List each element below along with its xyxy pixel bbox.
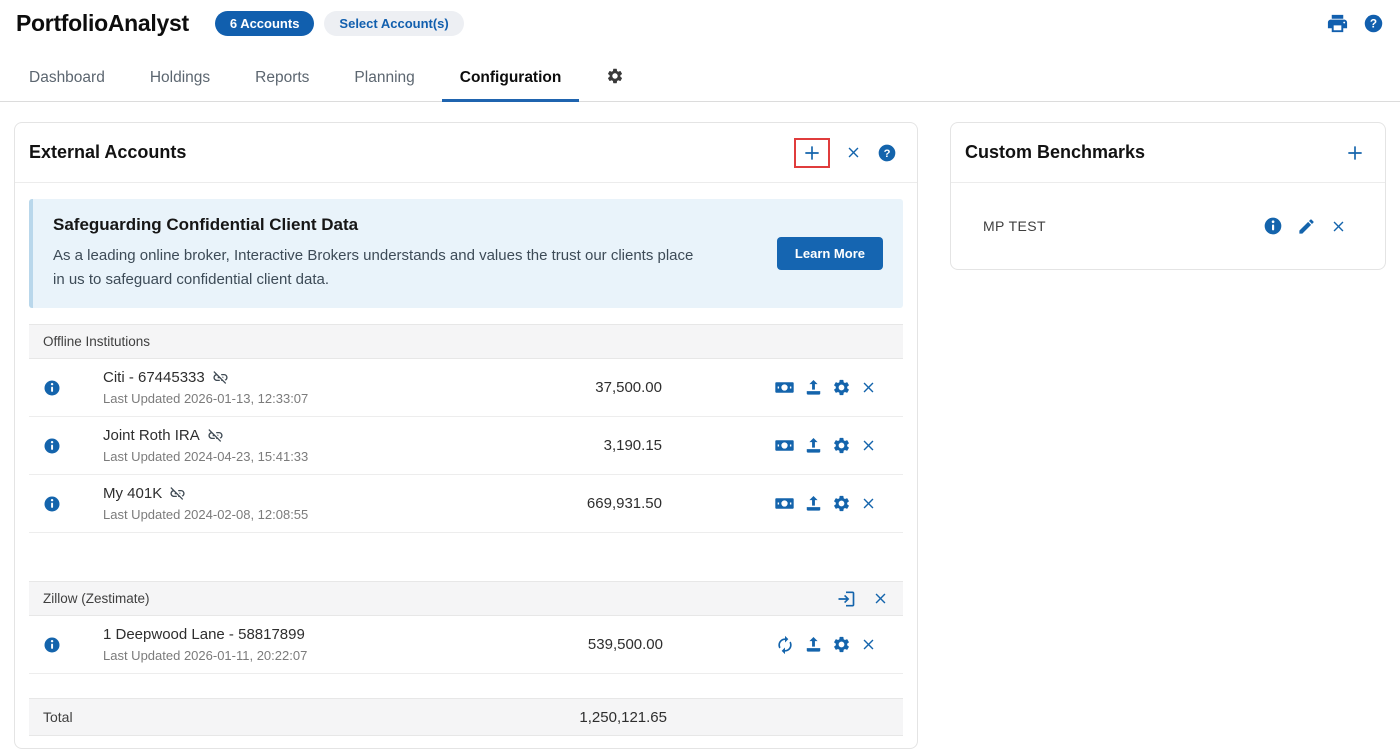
info-icon[interactable]	[43, 437, 61, 455]
learn-more-button[interactable]: Learn More	[777, 237, 883, 270]
section-label: Offline Institutions	[43, 334, 150, 349]
banner-title: Safeguarding Confidential Client Data	[53, 215, 709, 235]
edit-icon[interactable]	[1297, 217, 1316, 236]
cash-icon[interactable]	[774, 377, 795, 398]
account-last-updated: Last Updated 2026-01-13, 12:33:07	[103, 391, 308, 406]
custom-benchmarks-panel: Custom Benchmarks MP TEST	[950, 122, 1386, 270]
close-icon[interactable]	[860, 495, 877, 512]
add-account-icon[interactable]	[802, 143, 822, 163]
custom-benchmarks-title: Custom Benchmarks	[965, 142, 1145, 163]
top-bar: PortfolioAnalyst 6 Accounts Select Accou…	[0, 0, 1400, 37]
select-accounts-button[interactable]: Select Account(s)	[324, 11, 463, 36]
info-icon[interactable]	[43, 379, 61, 397]
account-last-updated: Last Updated 2024-04-23, 15:41:33	[103, 449, 308, 464]
benchmark-name: MP TEST	[983, 218, 1046, 234]
account-row-my-401k: My 401K Last Updated 2024-02-08, 12:08:5…	[29, 475, 903, 533]
tab-reports[interactable]: Reports	[253, 59, 311, 101]
printer-icon[interactable]	[1326, 12, 1349, 35]
main-nav: Dashboard Holdings Reports Planning Conf…	[0, 59, 1400, 102]
unlink-icon	[207, 427, 224, 444]
settings-icon[interactable]	[832, 635, 851, 654]
account-name: Citi - 67445333	[103, 369, 205, 386]
nav-settings-gear-icon[interactable]	[606, 67, 624, 85]
tab-dashboard[interactable]: Dashboard	[27, 59, 107, 101]
confidential-data-banner: Safeguarding Confidential Client Data As…	[29, 199, 903, 308]
settings-icon[interactable]	[832, 494, 851, 513]
external-accounts-title: External Accounts	[29, 142, 186, 163]
info-icon[interactable]	[1263, 216, 1283, 236]
account-value: 539,500.00	[588, 636, 663, 653]
total-row: Total 1,250,121.65	[29, 698, 903, 736]
account-value: 3,190.15	[604, 437, 662, 454]
total-value: 1,250,121.65	[579, 709, 667, 726]
total-label: Total	[43, 709, 73, 725]
account-value: 37,500.00	[595, 379, 662, 396]
accounts-count-badge: 6 Accounts	[215, 11, 315, 36]
account-name: Joint Roth IRA	[103, 427, 200, 444]
add-benchmark-icon[interactable]	[1345, 143, 1365, 163]
refresh-icon[interactable]	[775, 635, 795, 655]
tab-configuration[interactable]: Configuration	[458, 59, 564, 101]
upload-icon[interactable]	[804, 635, 823, 654]
close-icon[interactable]	[872, 590, 889, 607]
info-icon[interactable]	[43, 636, 61, 654]
unlink-icon	[212, 369, 229, 386]
close-icon[interactable]	[860, 379, 877, 396]
banner-body: As a leading online broker, Interactive …	[53, 244, 709, 292]
section-zillow: Zillow (Zestimate)	[29, 581, 903, 616]
benchmark-row-mp-test: MP TEST	[951, 183, 1385, 269]
upload-icon[interactable]	[804, 378, 823, 397]
unlink-icon	[169, 485, 186, 502]
app-title: PortfolioAnalyst	[16, 10, 189, 37]
account-name: My 401K	[103, 485, 162, 502]
settings-icon[interactable]	[832, 436, 851, 455]
help-icon[interactable]	[1363, 13, 1384, 34]
login-icon[interactable]	[836, 589, 856, 609]
section-help-icon[interactable]	[877, 143, 897, 163]
account-last-updated: Last Updated 2026-01-11, 20:22:07	[103, 648, 307, 663]
account-last-updated: Last Updated 2024-02-08, 12:08:55	[103, 507, 308, 522]
upload-icon[interactable]	[804, 494, 823, 513]
account-name: 1 Deepwood Lane - 58817899	[103, 626, 305, 643]
account-row-deepwood-lane: 1 Deepwood Lane - 58817899 Last Updated …	[29, 616, 903, 674]
close-icon[interactable]	[860, 437, 877, 454]
tab-planning[interactable]: Planning	[352, 59, 416, 101]
close-icon[interactable]	[845, 144, 862, 161]
cash-icon[interactable]	[774, 435, 795, 456]
close-icon[interactable]	[860, 636, 877, 653]
section-label: Zillow (Zestimate)	[43, 591, 150, 606]
upload-icon[interactable]	[804, 436, 823, 455]
cash-icon[interactable]	[774, 493, 795, 514]
external-accounts-panel: External Accounts Safeguarding Confident…	[14, 122, 918, 749]
account-row-citi: Citi - 67445333 Last Updated 2026-01-13,…	[29, 359, 903, 417]
account-row-joint-roth-ira: Joint Roth IRA Last Updated 2024-04-23, …	[29, 417, 903, 475]
section-offline-institutions: Offline Institutions	[29, 324, 903, 359]
settings-icon[interactable]	[832, 378, 851, 397]
account-value: 669,931.50	[587, 495, 662, 512]
tab-holdings[interactable]: Holdings	[148, 59, 212, 101]
add-account-highlight-box	[794, 138, 830, 168]
close-icon[interactable]	[1330, 218, 1347, 235]
info-icon[interactable]	[43, 495, 61, 513]
